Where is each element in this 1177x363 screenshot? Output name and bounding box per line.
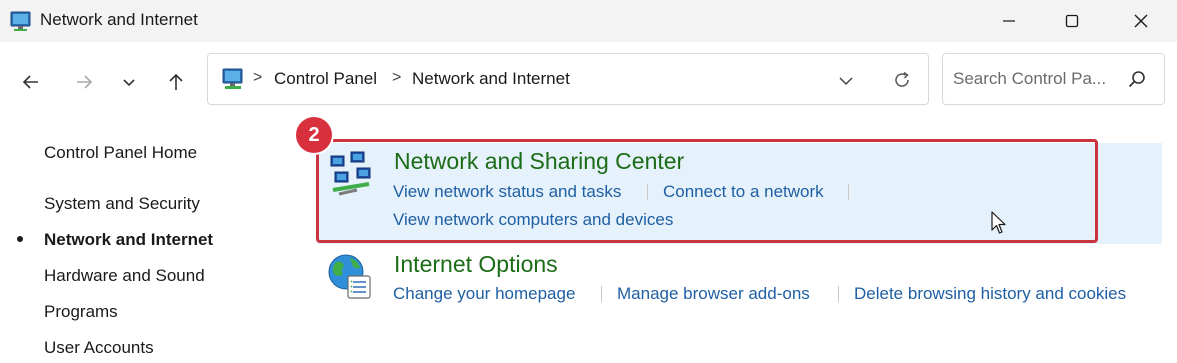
sidebar-item-system-and-security[interactable]: System and Security: [44, 194, 200, 214]
sidebar-item-network-and-internet[interactable]: Network and Internet: [44, 230, 213, 250]
title-bar: Network and Internet: [0, 0, 1177, 42]
recent-locations-button[interactable]: [113, 66, 145, 98]
breadcrumb-network-and-internet[interactable]: Network and Internet: [412, 69, 570, 89]
task-separator: [848, 184, 849, 200]
task-separator: [838, 286, 839, 302]
network-folder-icon: [222, 68, 243, 89]
active-indicator: [17, 236, 23, 242]
navigation-bar: > Control Panel > Network and Internet: [0, 42, 1177, 120]
sidebar: Control Panel Home System and Security N…: [0, 130, 280, 363]
search-input[interactable]: [953, 67, 1121, 91]
forward-button[interactable]: [68, 66, 100, 98]
task-link-change-homepage[interactable]: Change your homepage: [393, 284, 575, 304]
minimize-icon: [1003, 20, 1015, 22]
task-link-view-network-computers[interactable]: View network computers and devices: [393, 210, 673, 230]
search-box[interactable]: [942, 53, 1165, 105]
sidebar-item-hardware-and-sound[interactable]: Hardware and Sound: [44, 266, 205, 286]
up-button[interactable]: [160, 66, 192, 98]
breadcrumb-separator: >: [253, 69, 263, 86]
task-link-view-network-status[interactable]: View network status and tasks: [393, 182, 621, 202]
task-separator: [601, 286, 602, 302]
category-title-internet-options[interactable]: Internet Options: [394, 251, 558, 278]
minimize-button[interactable]: [978, 0, 1040, 42]
sidebar-item-control-panel-home[interactable]: Control Panel Home: [44, 143, 197, 163]
task-link-manage-add-ons[interactable]: Manage browser add-ons: [617, 284, 810, 304]
arrow-right-icon: [77, 75, 93, 89]
window-title: Network and Internet: [40, 10, 198, 29]
sidebar-item-programs[interactable]: Programs: [44, 302, 118, 322]
refresh-icon: [895, 71, 909, 87]
task-link-connect-to-network[interactable]: Connect to a network: [663, 182, 824, 202]
address-dropdown-button[interactable]: [828, 66, 864, 94]
arrow-left-icon: [22, 75, 38, 89]
maximize-button[interactable]: [1041, 0, 1103, 42]
search-icon[interactable]: [1126, 69, 1148, 91]
mouse-cursor-icon: [991, 211, 1006, 234]
refresh-button[interactable]: [886, 66, 918, 94]
task-separator: [647, 184, 648, 200]
task-link-delete-browsing-history[interactable]: Delete browsing history and cookies: [854, 284, 1126, 304]
category-title-network-and-sharing-center[interactable]: Network and Sharing Center: [394, 148, 684, 175]
step-badge: 2: [296, 117, 332, 153]
arrow-up-icon: [169, 73, 183, 90]
network-app-icon: [10, 11, 31, 31]
chevron-down-icon: [839, 77, 853, 86]
back-button[interactable]: [15, 66, 47, 98]
network-icon: [330, 151, 371, 196]
close-button[interactable]: [1110, 0, 1172, 42]
breadcrumb-control-panel[interactable]: Control Panel: [274, 69, 377, 89]
close-icon: [1134, 14, 1148, 28]
breadcrumb-separator: >: [392, 69, 402, 86]
chevron-down-icon: [123, 79, 135, 87]
maximize-icon: [1065, 14, 1079, 28]
globe-icon: [328, 254, 371, 299]
sidebar-item-user-accounts[interactable]: User Accounts: [44, 338, 154, 358]
address-bar[interactable]: > Control Panel > Network and Internet: [207, 53, 929, 105]
